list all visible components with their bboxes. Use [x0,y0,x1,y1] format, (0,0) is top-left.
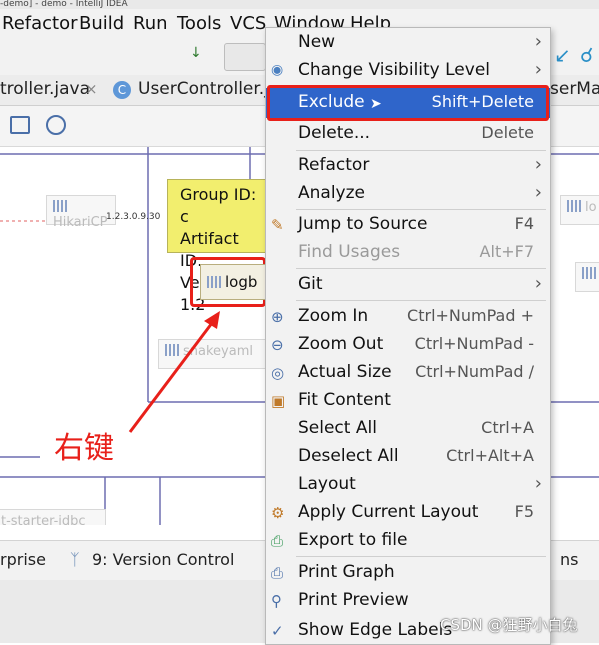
menu-item-new[interactable]: New › [266,29,550,57]
tab-controller[interactable]: troller.java [0,79,90,99]
menu-tools[interactable]: Tools [177,13,221,34]
arrow-icon[interactable]: ↙ [554,43,571,67]
menu-build[interactable]: Build [79,13,124,34]
run-config-dropdown[interactable] [224,43,266,71]
menu-item-select-all[interactable]: Select All Ctrl+A [266,415,550,443]
print-icon[interactable] [10,116,30,134]
menu-item-layout[interactable]: Layout › [266,471,550,499]
node-logback[interactable]: logb [200,264,266,300]
search-icon[interactable]: ☌ [580,43,593,67]
library-icon [582,267,596,279]
zoom-out-icon: ⊖ [271,336,284,354]
menu-item-refactor[interactable]: Refactor › [266,152,550,180]
menu-item-find-usages[interactable]: Find Usages Alt+F7 [266,239,550,267]
library-icon [207,276,221,288]
annotation-arrow [128,311,220,433]
menu-refactor[interactable]: Refactor [2,13,78,34]
menu-item-fit-content[interactable]: ▣ Fit Content [266,387,550,415]
menu-separator [296,300,546,301]
submenu-arrow-icon: › [534,273,542,294]
menu-item-export[interactable]: ⎙ Export to file [266,527,550,555]
menu-item-jump-to-source[interactable]: ✎ Jump to Source F4 [266,211,550,239]
menu-item-analyze[interactable]: Analyze › [266,180,550,208]
submenu-arrow-icon: › [534,473,542,494]
context-menu: New › ◉ Change Visibility Level › Exclude ➤ S… [265,27,551,645]
menu-item-print-preview[interactable]: ⚲ Print Preview [266,587,550,615]
submenu-arrow-icon: › [534,154,542,175]
git-branch-icon: ᛉ [70,550,80,569]
menu-item-change-visibility[interactable]: ◉ Change Visibility Level › [266,57,550,85]
print-icon: ⎙ [271,564,284,582]
watermark: CSDN @狂野小白兔 [440,616,578,634]
jump-source-icon: ✎ [271,216,284,234]
artifact-tooltip: Group ID: c Artifact ID: Version: 1.2 [167,179,275,314]
submenu-arrow-icon: › [534,31,542,52]
preview-icon[interactable] [46,115,66,135]
bottom-tab-version-control[interactable]: 9: Version Control [92,550,234,569]
library-icon [567,200,581,212]
window-title: -demo] - demo - IntelliJ IDEA [0,0,599,9]
menu-separator [296,268,546,269]
fit-content-icon: ▣ [271,392,286,410]
class-icon: C [113,81,131,99]
menu-item-git[interactable]: Git › [266,271,550,299]
export-icon: ⎙ [271,532,284,550]
menu-item-zoom-out[interactable]: ⊖ Zoom Out Ctrl+NumPad - [266,331,550,359]
menu-separator [296,556,546,557]
menu-item-delete[interactable]: Delete... Delete [266,120,550,148]
tab-usermapper[interactable]: serMa [550,79,599,99]
apply-layout-icon: ⚙ [271,504,285,522]
bottom-tab-right[interactable]: ns [560,550,578,569]
menu-item-actual-size[interactable]: ◎ Actual Size Ctrl+NumPad / [266,359,550,387]
visibility-icon: ◉ [271,62,284,78]
check-icon: ✓ [271,622,284,640]
menu-separator [296,209,546,210]
zoom-in-icon: ⊕ [271,308,284,326]
menu-vcs[interactable]: VCS [230,13,266,34]
sort-icon[interactable]: ↓ [190,45,216,67]
library-icon [53,200,67,212]
bottom-tab-enterprise[interactable]: rprise [0,550,46,569]
submenu-arrow-icon: › [534,59,542,80]
node-starter-jdbc[interactable]: t-starter-jdbc [0,509,106,525]
print-preview-icon: ⚲ [271,592,282,610]
menu-separator [296,150,546,151]
annotation-right-click: 右键 [54,431,114,466]
exclude-highlight-box [267,85,549,121]
edge-version-label: 1.2.3.0.9.30 [106,212,161,222]
menu-item-apply-layout[interactable]: ⚙ Apply Current Layout F5 [266,499,550,527]
menu-item-deselect-all[interactable]: Deselect All Ctrl+Alt+A [266,443,550,471]
submenu-arrow-icon: › [534,182,542,203]
actual-size-icon: ◎ [271,364,285,382]
node-right-lib-2[interactable] [575,262,599,292]
node-right-lib[interactable]: lo [560,195,599,225]
menu-item-zoom-in[interactable]: ⊕ Zoom In Ctrl+NumPad + [266,303,550,331]
menu-item-print-graph[interactable]: ⎙ Print Graph [266,559,550,587]
menu-run[interactable]: Run [133,13,168,34]
close-icon[interactable]: × [85,80,98,98]
tab-usercontroller[interactable]: UserController.ja [138,79,279,99]
